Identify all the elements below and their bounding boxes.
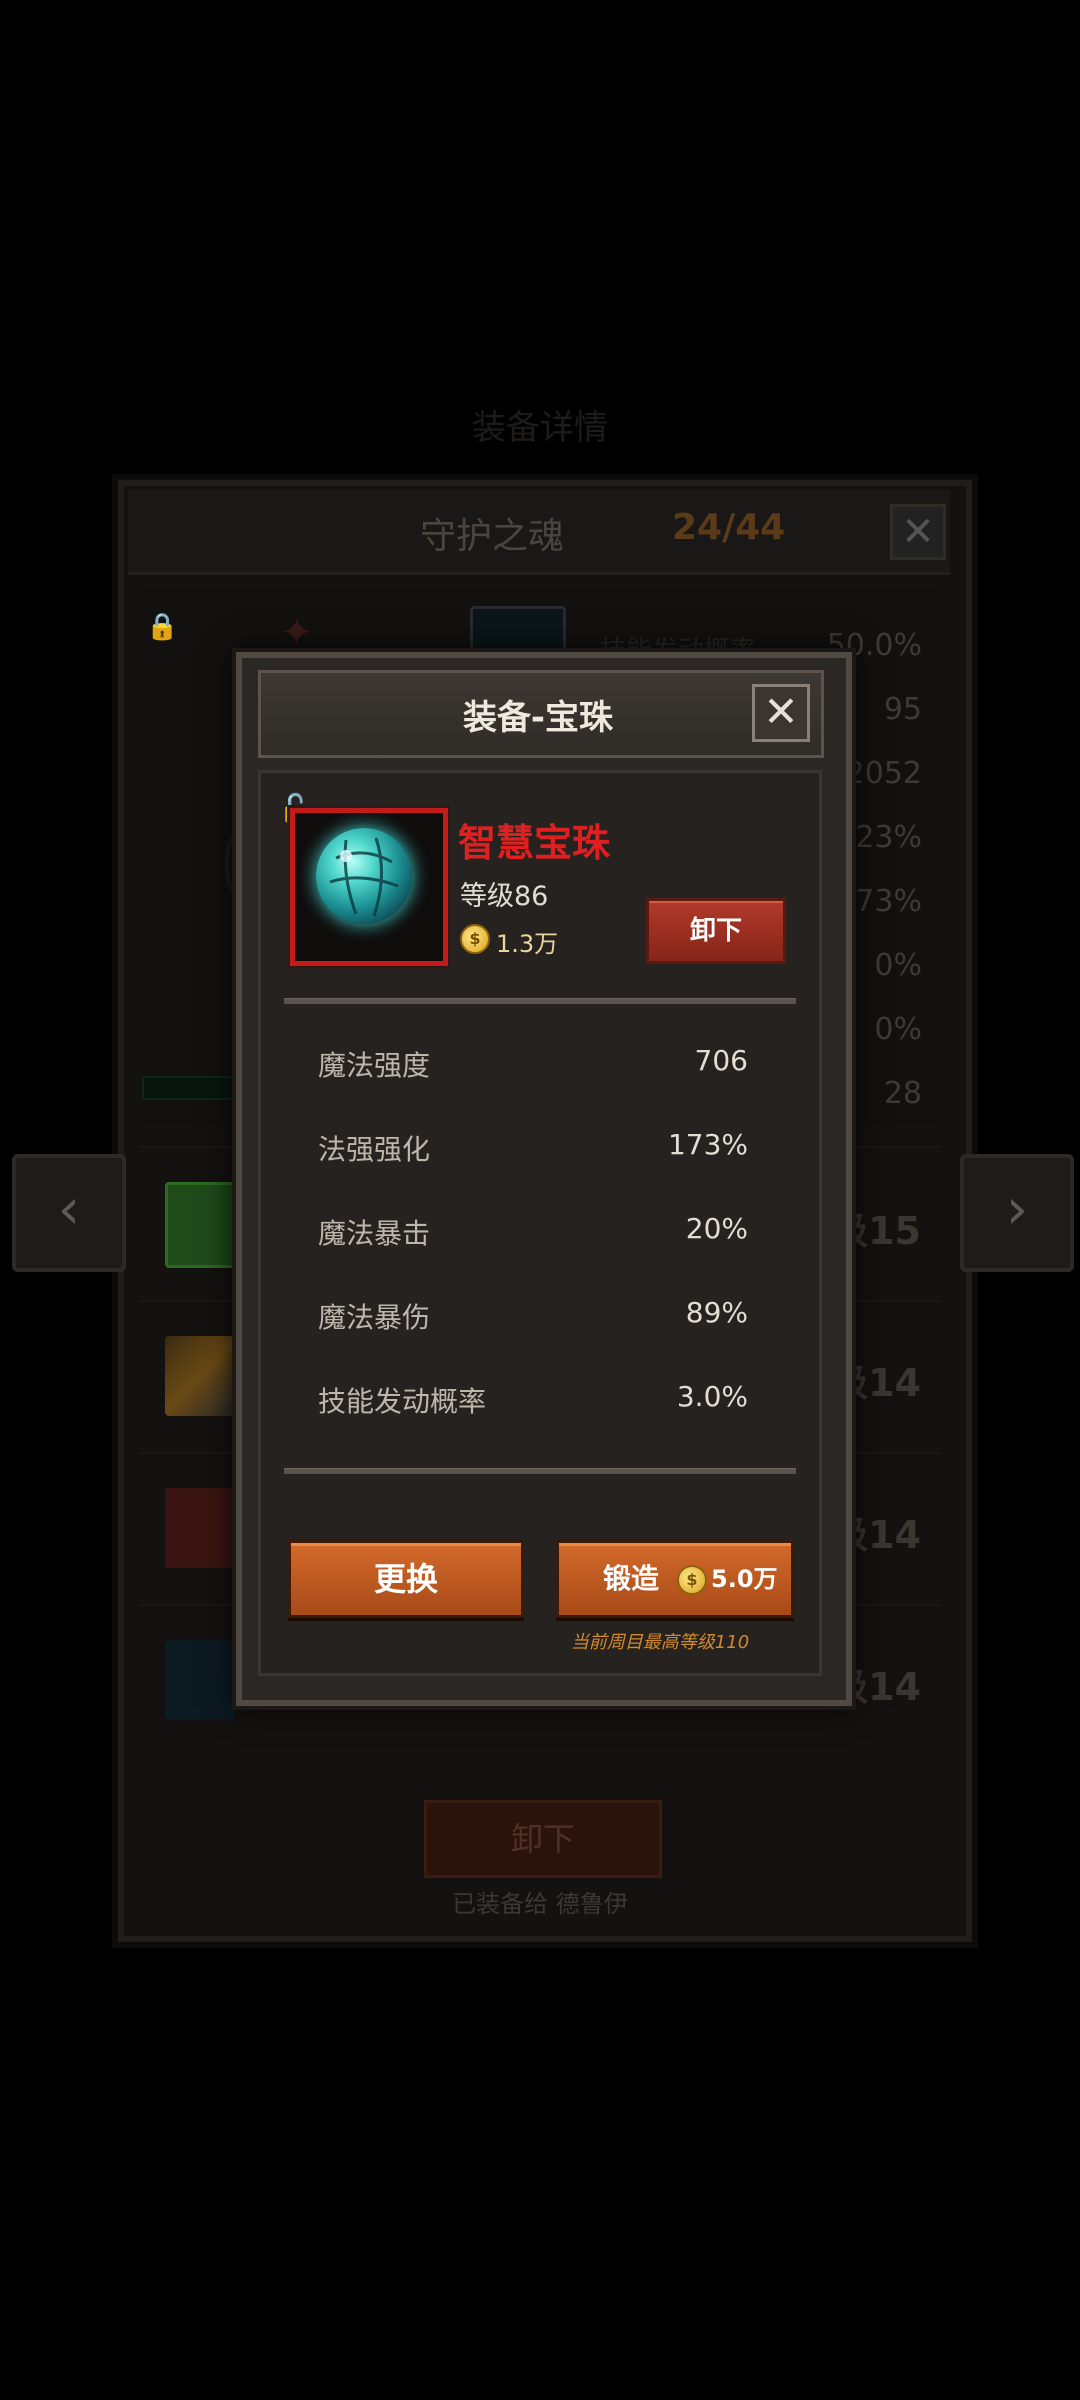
stat-label: 法强强化	[318, 1133, 431, 1166]
background-equipped-to-text: 已装备给 德鲁伊	[452, 1890, 628, 1918]
forge-cost: 5.0万	[711, 1565, 778, 1593]
background-panel-count: 24/44	[672, 507, 786, 548]
background-item-rune-icon[interactable]	[165, 1640, 235, 1720]
gold-coin-icon: $	[677, 1565, 707, 1595]
divider	[284, 1468, 796, 1474]
item-name: 智慧宝珠	[458, 821, 611, 865]
item-level: 等级86	[460, 881, 549, 912]
close-icon[interactable]: ✕	[752, 684, 810, 742]
background-panel-title: 守护之魂	[420, 516, 565, 557]
stat-label: 魔法暴伤	[318, 1301, 431, 1334]
unequip-button[interactable]: 卸下	[646, 898, 786, 964]
stat-value: 20%	[685, 1212, 748, 1245]
item-price: 1.3万	[496, 930, 559, 958]
background-stat-value: 2052	[845, 756, 922, 791]
stat-label: 魔法强度	[318, 1049, 431, 1082]
forge-button[interactable]: 锻造 $ 5.0万	[556, 1540, 794, 1618]
next-arrow-button[interactable]: ›	[960, 1154, 1074, 1272]
background-stat-value: 0%	[874, 1012, 922, 1047]
stat-label: 技能发动概率	[318, 1385, 487, 1418]
stat-value: 89%	[685, 1296, 748, 1329]
forge-label: 锻造	[603, 1562, 660, 1595]
stat-value: 3.0%	[676, 1380, 748, 1413]
background-lock-icon[interactable]: 🔒	[146, 612, 178, 642]
background-stat-value: 0%	[874, 948, 922, 983]
orb-pattern-icon	[329, 837, 399, 917]
stat-value: 706	[694, 1044, 748, 1077]
replace-button[interactable]: 更换	[288, 1540, 524, 1618]
gold-coin-icon: $	[460, 924, 490, 954]
background-close-icon[interactable]: ✕	[890, 504, 946, 560]
background-stat-value: 95	[883, 692, 922, 727]
background-stat-value: 23%	[855, 820, 922, 855]
background-item-puzzle-icon[interactable]	[165, 1488, 235, 1568]
max-level-note: 当前周目最高等级110	[570, 1632, 750, 1653]
stat-label: 魔法暴击	[318, 1217, 431, 1250]
stat-value: 173%	[667, 1128, 748, 1161]
background-stat-value: 28	[883, 1076, 922, 1111]
background-header-title: 装备详情	[472, 408, 608, 448]
prev-arrow-button[interactable]: ‹	[12, 1154, 126, 1272]
background-unequip-button[interactable]: 卸下	[424, 1800, 662, 1878]
modal-title: 装备-宝珠	[462, 698, 614, 738]
background-progress-bar	[142, 1076, 246, 1100]
background-item-blade-icon[interactable]	[165, 1336, 235, 1416]
divider	[284, 998, 796, 1004]
background-item-heal-icon[interactable]	[165, 1182, 241, 1268]
